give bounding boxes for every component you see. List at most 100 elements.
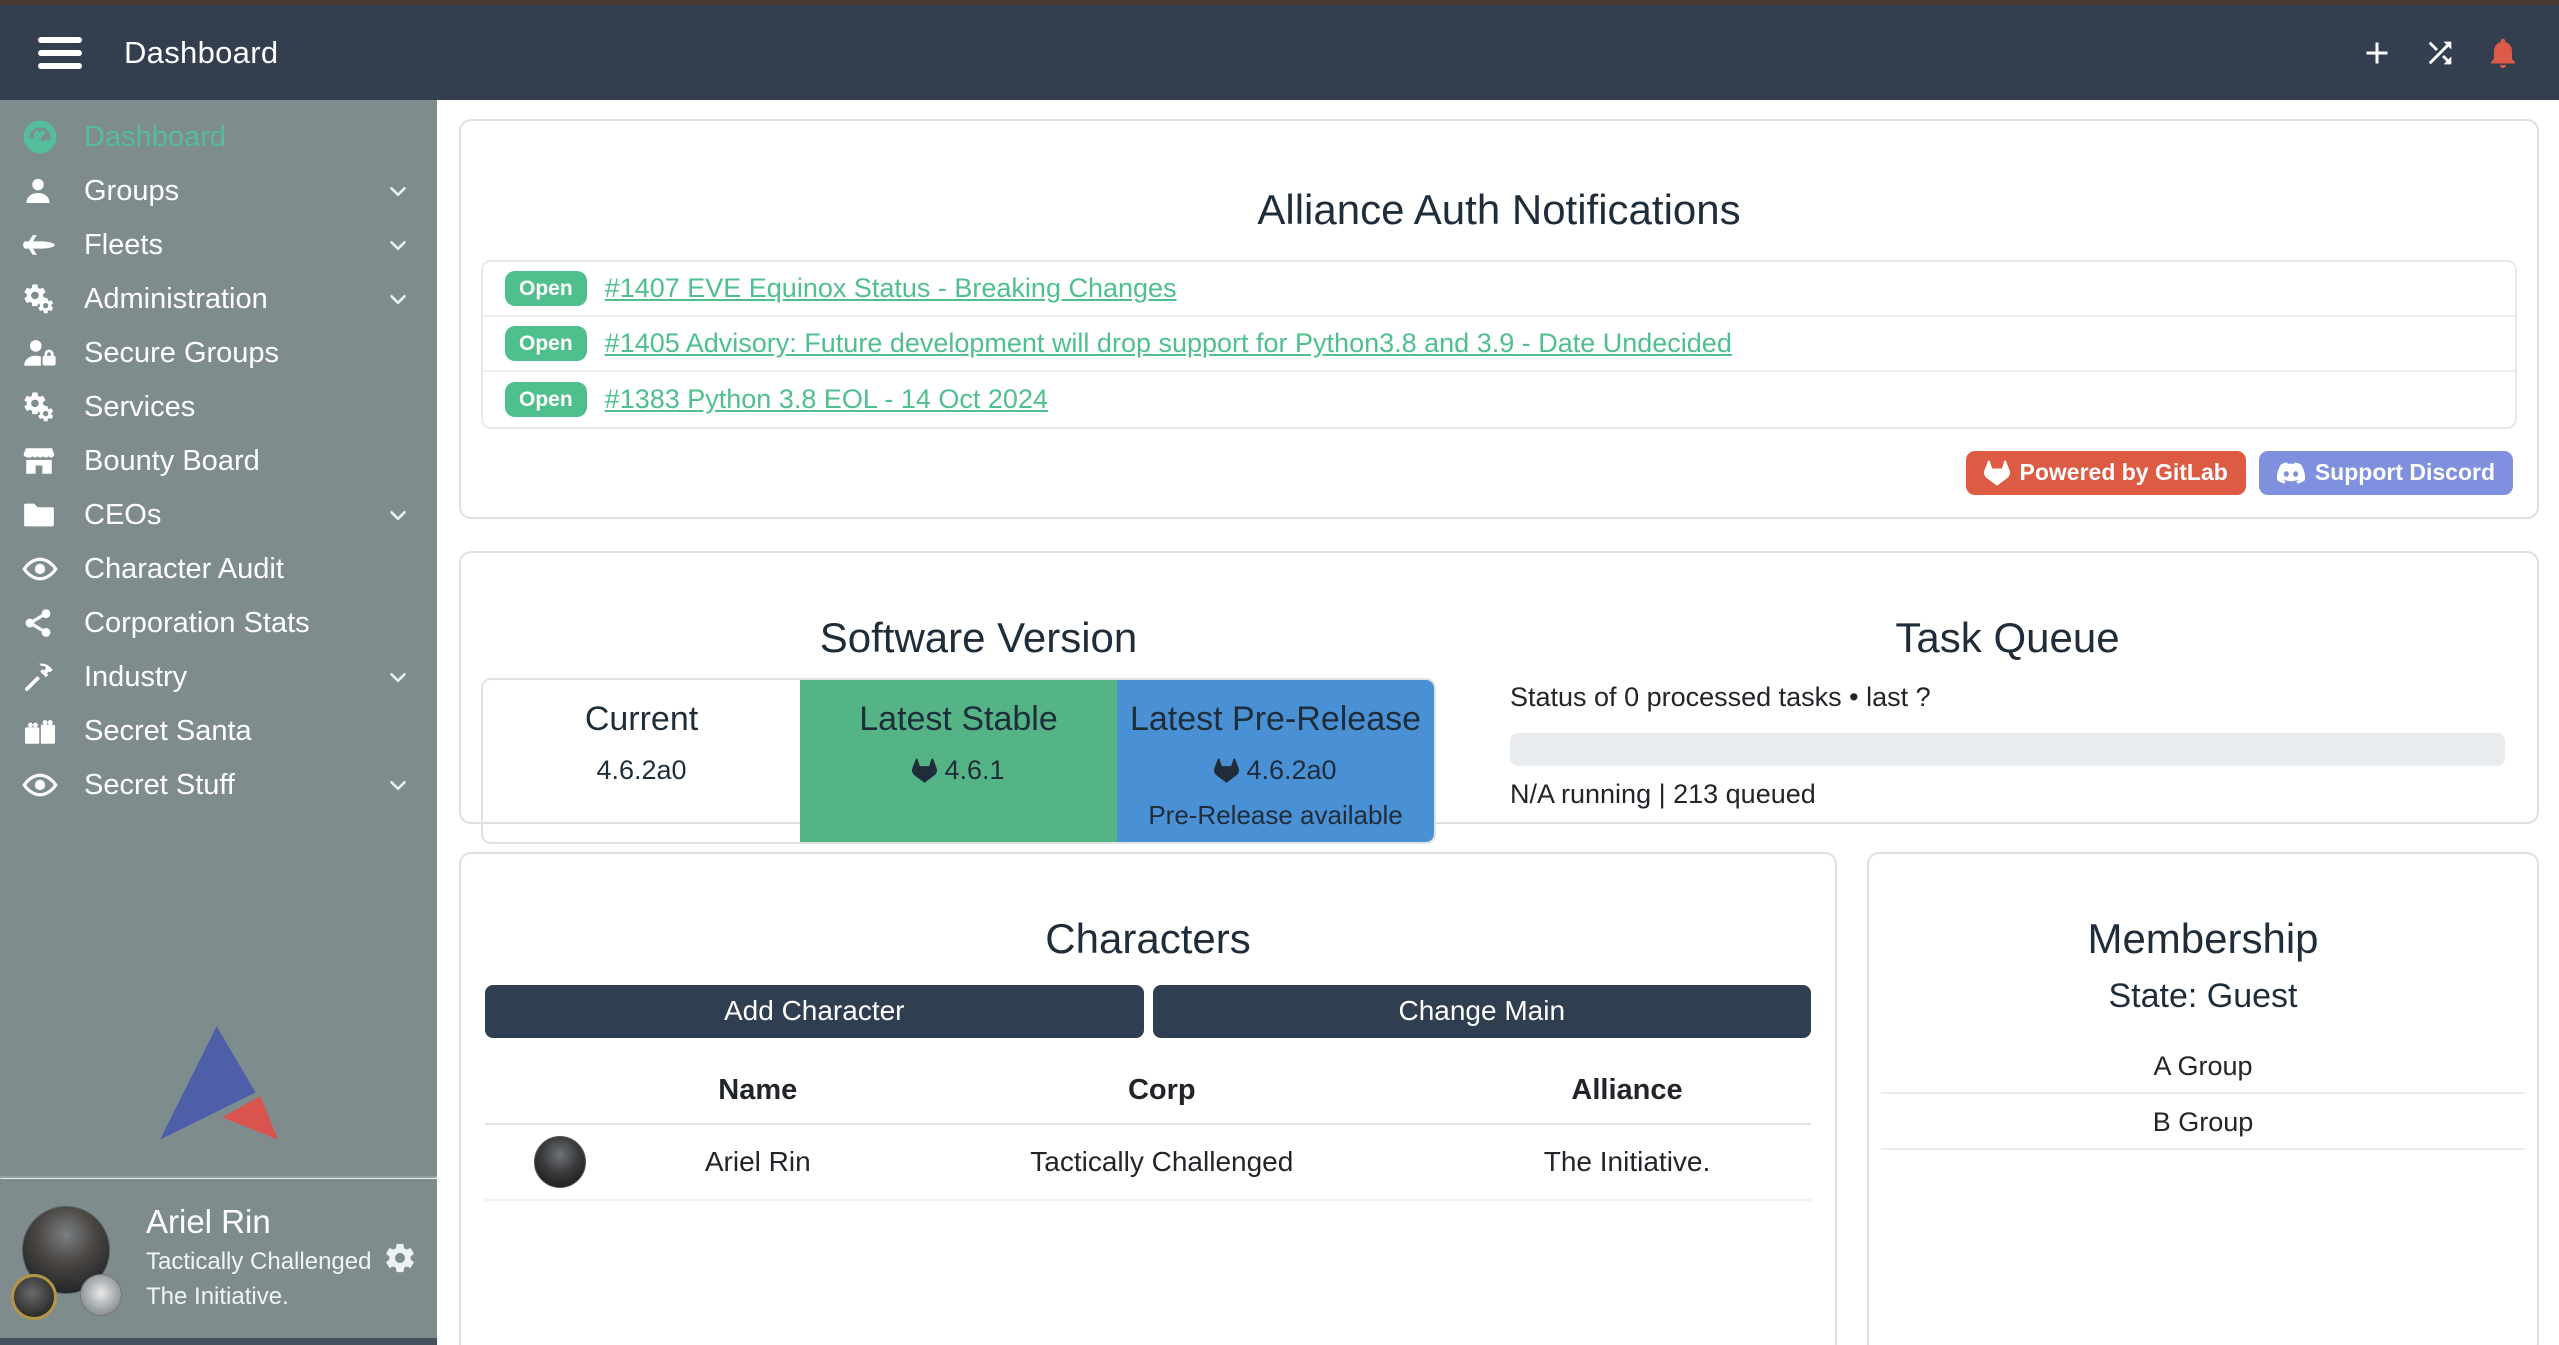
table-header-row: Name Corp Alliance [485, 1062, 1811, 1124]
version-number: 4.6.2a0 [596, 755, 686, 786]
character-corp: Tactically Challenged [881, 1124, 1444, 1200]
software-version-section: Software Version Current 4.6.2a0 Latest … [481, 579, 1476, 796]
eye-icon [22, 767, 68, 803]
powered-by-gitlab-badge[interactable]: Powered by GitLab [1966, 451, 2246, 495]
sidebar-item-secret-stuff[interactable]: Secret Stuff [0, 758, 437, 812]
chevron-down-icon [385, 502, 411, 528]
menu-bar [38, 50, 82, 56]
shield-label: Powered by GitLab [2020, 461, 2228, 484]
sidebar-item-label: Fleets [84, 229, 163, 262]
chevron-down-icon [385, 232, 411, 258]
tachometer-icon [22, 119, 68, 155]
sidebar-item-label: Character Audit [84, 553, 284, 586]
corp-logo-badge [11, 1274, 57, 1320]
shuffle-icon [2423, 36, 2457, 70]
shield-row: Powered by GitLab Support Discord [481, 429, 2517, 503]
user-name: Ariel Rin [146, 1201, 371, 1242]
character-portrait [534, 1136, 586, 1188]
sidebar-item-secure-groups[interactable]: Secure Groups [0, 326, 437, 380]
sidebar-item-groups[interactable]: Groups [0, 164, 437, 218]
user-settings-button[interactable] [383, 1241, 417, 1275]
change-main-button[interactable]: Change Main [1153, 985, 1812, 1038]
characters-table: Name Corp Alliance Ariel Rin Tactically … [485, 1062, 1811, 1201]
plus-icon [2359, 35, 2395, 71]
sidebar-item-services[interactable]: Services [0, 380, 437, 434]
sidebar-item-secret-santa[interactable]: Secret Santa [0, 704, 437, 758]
add-character-quick-button[interactable] [2359, 35, 2395, 71]
sidebar-item-industry[interactable]: Industry [0, 650, 437, 704]
sidebar-item-bounty-board[interactable]: Bounty Board [0, 434, 437, 488]
sidebar-item-ceos[interactable]: CEOs [0, 488, 437, 542]
sidebar-item-label: Corporation Stats [84, 607, 310, 640]
store-icon [22, 444, 68, 478]
chevron-down-icon [385, 664, 411, 690]
add-character-button[interactable]: Add Character [485, 985, 1144, 1038]
membership-state: State: Guest [1881, 977, 2525, 1016]
sidebar: Dashboard Groups Fleets Administration S… [0, 100, 437, 1345]
notifications-list: Open #1407 EVE Equinox Status - Breaking… [481, 260, 2517, 429]
chevron-down-icon [385, 286, 411, 312]
user-icon [22, 175, 68, 207]
alliance-auth-logo [160, 1017, 278, 1154]
support-discord-badge[interactable]: Support Discord [2259, 451, 2513, 495]
user-alliance: The Initiative. [146, 1282, 371, 1312]
sidebar-item-label: Secret Stuff [84, 769, 235, 802]
task-queue-section: Task Queue Status of 0 processed tasks •… [1476, 579, 2519, 796]
task-queue-title: Task Queue [1510, 614, 2505, 662]
column-header-corp: Corp [881, 1062, 1444, 1124]
character-name: Ariel Rin [635, 1124, 881, 1200]
portrait-column-header [485, 1062, 635, 1124]
column-header-alliance: Alliance [1443, 1062, 1811, 1124]
share-icon [22, 607, 68, 639]
discord-icon [2277, 459, 2305, 487]
table-row: Ariel Rin Tactically Challenged The Init… [485, 1124, 1811, 1200]
sidebar-item-administration[interactable]: Administration [0, 272, 437, 326]
task-queue-counts: N/A running | 213 queued [1510, 779, 2505, 810]
menu-icon[interactable] [38, 37, 82, 69]
notifications-button[interactable] [2485, 35, 2521, 71]
sidebar-item-label: Groups [84, 175, 179, 208]
column-header-name: Name [635, 1062, 881, 1124]
menu-bar [38, 37, 82, 43]
page-title: Dashboard [124, 35, 278, 71]
notification-item: Open #1407 EVE Equinox Status - Breaking… [483, 262, 2515, 317]
sidebar-nav: Dashboard Groups Fleets Administration S… [0, 110, 437, 812]
version-panel-label: Latest Pre-Release [1117, 700, 1434, 739]
version-panel-stable: Latest Stable 4.6.1 [800, 680, 1117, 842]
notifications-title: Alliance Auth Notifications [481, 186, 2517, 234]
task-queue-progress-bar [1510, 733, 2505, 766]
software-version-title: Software Version [481, 614, 1476, 662]
sidebar-item-fleets[interactable]: Fleets [0, 218, 437, 272]
notification-link[interactable]: #1405 Advisory: Future development will … [605, 328, 1732, 359]
notification-link[interactable]: #1383 Python 3.8 EOL - 14 Oct 2024 [605, 384, 1048, 415]
sidebar-bottom-strip [0, 1338, 437, 1345]
version-panel-current: Current 4.6.2a0 [483, 680, 800, 842]
version-panel-label: Current [483, 700, 800, 739]
characters-actions: Add Character Change Main [485, 985, 1811, 1038]
status-badge: Open [505, 326, 587, 361]
main-content: Alliance Auth Notifications Open #1407 E… [437, 100, 2559, 1345]
gitlab-icon [912, 758, 937, 783]
version-panel-label: Latest Stable [800, 700, 1117, 739]
sidebar-item-label: Services [84, 391, 195, 424]
software-version-card: Software Version Current 4.6.2a0 Latest … [459, 551, 2539, 824]
menu-bar [38, 63, 82, 69]
status-badge: Open [505, 271, 587, 306]
shield-label: Support Discord [2315, 461, 2495, 484]
notifications-card: Alliance Auth Notifications Open #1407 E… [459, 119, 2539, 519]
bell-icon [2485, 35, 2521, 71]
user-panel: Ariel Rin Tactically Challenged The Init… [0, 1179, 437, 1338]
notification-link[interactable]: #1407 EVE Equinox Status - Breaking Chan… [605, 273, 1177, 304]
user-avatar [22, 1206, 122, 1306]
cogs-icon [22, 390, 68, 424]
notification-item: Open #1405 Advisory: Future development … [483, 317, 2515, 372]
gitlab-icon [1984, 460, 2010, 486]
sidebar-item-dashboard[interactable]: Dashboard [0, 110, 437, 164]
switch-character-button[interactable] [2423, 36, 2457, 70]
chevron-down-icon [385, 178, 411, 204]
characters-card: Characters Add Character Change Main Nam… [459, 852, 1837, 1345]
version-panel-prerelease: Latest Pre-Release 4.6.2a0 Pre-Release a… [1117, 680, 1434, 842]
sidebar-item-label: Industry [84, 661, 187, 694]
sidebar-item-corporation-stats[interactable]: Corporation Stats [0, 596, 437, 650]
sidebar-item-character-audit[interactable]: Character Audit [0, 542, 437, 596]
